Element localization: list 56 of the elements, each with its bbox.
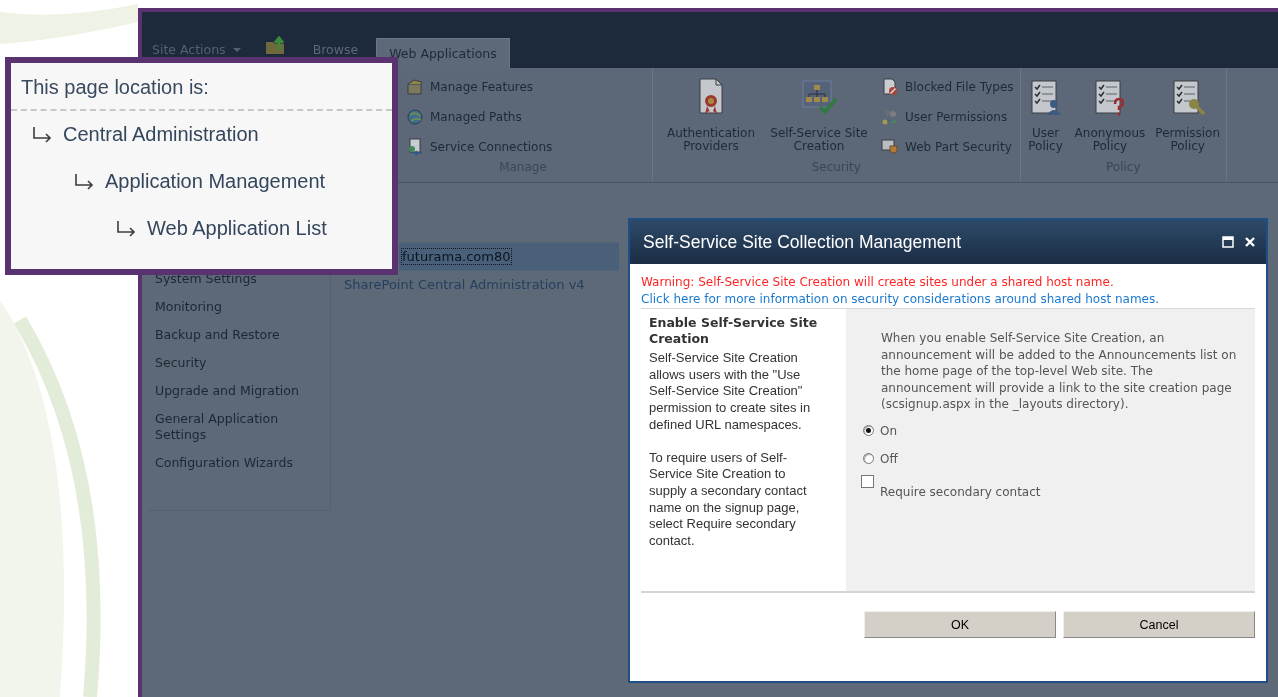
dialog-button[interactable]: OK — [864, 611, 1056, 638]
ribbon-tab[interactable]: Browse — [300, 43, 371, 57]
site-actions-menu[interactable]: Site Actions — [148, 43, 253, 57]
checkbox[interactable] — [861, 474, 874, 488]
breadcrumb-link[interactable]: Web Application List — [147, 217, 327, 240]
ribbon-tab[interactable]: Web Applications — [376, 38, 510, 68]
breadcrumb-link[interactable]: Central Administration — [63, 123, 259, 146]
ribbon-button[interactable]: Manage Features — [406, 76, 553, 98]
section-description: To require users of Self-Service Site Creation to supply a secondary contact name on the signup page, select Require secondary contact. — [649, 449, 808, 550]
web-app-link[interactable]: SharePoint Central Administration v4 — [343, 276, 586, 293]
maximize-icon[interactable] — [1222, 236, 1234, 248]
ribbon-button[interactable]: Authentication Providers — [659, 74, 763, 160]
nav-link[interactable]: Backup and Restore — [155, 327, 280, 343]
arrow-icon — [73, 171, 95, 192]
checkbox-label: Require secondary contact — [880, 484, 1041, 499]
radio-button[interactable] — [863, 425, 874, 436]
info-link[interactable]: Click here for more information on security considerations around shared host names. — [641, 290, 1226, 307]
nav-link[interactable]: General Application Settings — [155, 411, 325, 443]
web-app-link[interactable]: futurama.com80 — [401, 248, 512, 265]
nav-link[interactable]: Upgrade and Migration — [155, 383, 299, 399]
nav-link[interactable]: Configuration Wizards — [155, 455, 293, 471]
box-icon — [406, 78, 424, 96]
ribbon-button[interactable]: Managed Paths — [406, 106, 553, 128]
dialog-button[interactable]: Cancel — [1063, 611, 1255, 638]
shield-icon — [881, 138, 899, 156]
warning-text: Warning: Self-Service Site Creation will create sites under a shared host name. — [641, 274, 1115, 291]
radio-label: Off — [880, 451, 898, 466]
list-row[interactable]: SharePoint Central Administration v4 — [331, 271, 619, 298]
option-description: When you enable Self-Service Site Creation, an announcement will be added to the Announcements list on the home page of the top-level Web site. The announcement will provide a link to the site creation page (scsignup.aspx in the _layouts directory). — [881, 330, 1238, 413]
nav-link[interactable]: Security — [155, 355, 207, 371]
ribbon-button[interactable]: Permission Policy — [1155, 74, 1221, 160]
globe-icon — [406, 108, 424, 126]
close-icon[interactable] — [1244, 236, 1256, 248]
ribbon-button[interactable]: User Permissions — [881, 106, 1014, 128]
section-title: Enable Self-Service Site Creation — [649, 315, 819, 347]
folder-arrow-icon[interactable] — [264, 36, 287, 56]
arrow-icon — [115, 218, 137, 239]
ribbon-button[interactable]: User Policy — [1026, 74, 1065, 160]
dialog-title: Self-Service Site Collection Management — [643, 231, 963, 253]
ribbon-button[interactable]: Self-Service Site Creation — [767, 74, 871, 160]
radio-button[interactable] — [863, 453, 874, 464]
blocked-document-icon — [881, 78, 899, 96]
ribbon-button[interactable]: Anonymous Policy — [1074, 74, 1146, 160]
ribbon-button[interactable]: Blocked File Types — [881, 76, 1014, 98]
breadcrumb-link[interactable]: Application Management — [105, 170, 326, 193]
ribbon-button[interactable]: Web Part Security — [881, 136, 1014, 158]
caret-icon — [232, 47, 241, 53]
ribbon-button[interactable]: Service Connections — [406, 136, 553, 158]
section-description: Self-Service Site Creation allows users with the "Use Self-Service Site Creation" permission to create sites in defined URL namespaces. — [649, 350, 812, 434]
org-chart-icon — [800, 77, 838, 117]
nav-link[interactable]: Monitoring — [155, 299, 222, 315]
arrow-icon — [31, 124, 53, 145]
callout-title: This page location is: — [20, 75, 210, 99]
radio-label: On — [880, 423, 898, 438]
list-row[interactable]: futurama.com80 — [399, 242, 619, 271]
users-icon — [881, 108, 899, 126]
